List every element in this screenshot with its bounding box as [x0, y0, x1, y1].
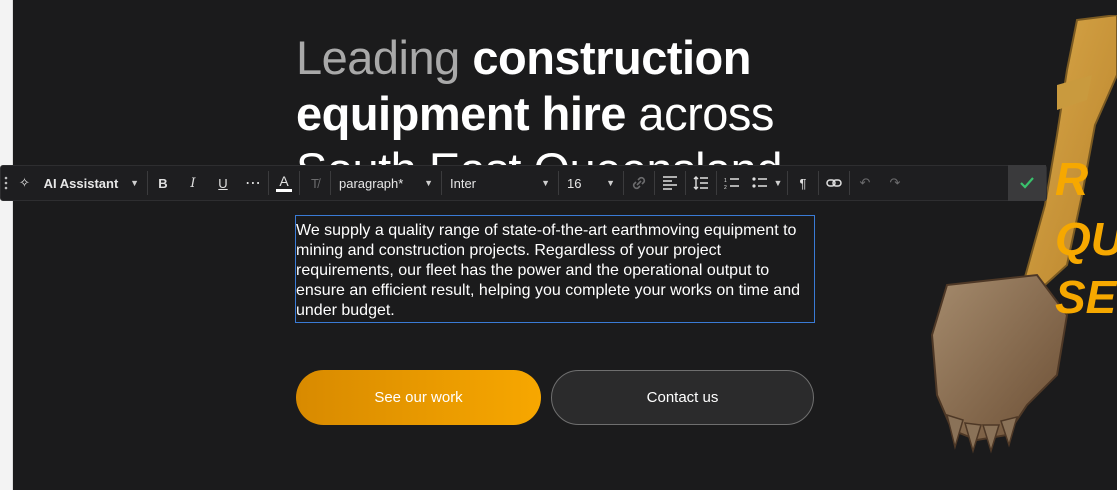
align-left-icon[interactable]	[655, 165, 685, 201]
drag-handle-icon[interactable]	[1, 165, 11, 201]
contact-us-button[interactable]: Contact us	[551, 370, 814, 425]
font-family-select[interactable]: Inter ▼	[442, 165, 558, 201]
chevron-down-icon: ▼	[130, 178, 139, 188]
ai-assistant-label: AI Assistant	[43, 175, 119, 191]
chevron-down-icon: ▼	[773, 178, 783, 188]
side-text-line-1: R	[1055, 153, 1089, 205]
block-type-value: paragraph*	[339, 175, 404, 191]
underline-icon[interactable]: U	[208, 165, 238, 201]
sparkle-icon: ✧	[19, 175, 30, 190]
chevron-down-icon: ▼	[606, 178, 615, 188]
unlink-icon[interactable]	[819, 165, 849, 201]
editor-left-strip	[0, 0, 13, 490]
redo-icon[interactable]: ↷	[880, 165, 910, 201]
font-family-value: Inter	[450, 175, 477, 191]
svg-text:2: 2	[724, 185, 727, 190]
chevron-down-icon: ▼	[541, 178, 550, 188]
text-editor-toolbar: ✧ AI Assistant ▼ B I U ⋯ A T̸ paragraph*…	[0, 165, 1047, 201]
selected-paragraph[interactable]: We supply a quality range of state-of-th…	[295, 215, 815, 323]
bullet-list-icon[interactable]: ▼	[747, 165, 787, 201]
clear-formatting-icon[interactable]: T̸	[300, 165, 330, 201]
undo-icon[interactable]: ↶	[850, 165, 880, 201]
paragraph-mark-icon[interactable]: ¶	[788, 165, 818, 201]
link-icon[interactable]	[624, 165, 654, 201]
side-text-line-2: QU	[1055, 213, 1117, 265]
text-color-icon[interactable]: A	[269, 165, 299, 201]
bold-icon[interactable]: B	[148, 165, 178, 201]
ordered-list-icon[interactable]: 12	[717, 165, 747, 201]
heading-light-text: Leading	[296, 31, 473, 84]
ai-assistant-button[interactable]: ✧ AI Assistant ▼	[11, 165, 147, 201]
check-icon	[1020, 177, 1034, 189]
more-formatting-icon[interactable]: ⋯	[238, 165, 268, 201]
confirm-button[interactable]	[1008, 165, 1046, 201]
block-type-select[interactable]: paragraph* ▼	[331, 165, 441, 201]
font-size-value: 16	[567, 175, 582, 191]
hero-section: Leading construction equipment hire acro…	[13, 0, 1117, 490]
svg-text:1: 1	[724, 178, 727, 184]
chevron-down-icon: ▼	[424, 178, 433, 188]
line-height-icon[interactable]	[686, 165, 716, 201]
italic-icon[interactable]: I	[178, 165, 208, 201]
side-text-line-3: SEI	[1055, 271, 1117, 323]
font-size-select[interactable]: 16 ▼	[559, 165, 623, 201]
see-our-work-button[interactable]: See our work	[296, 370, 541, 425]
